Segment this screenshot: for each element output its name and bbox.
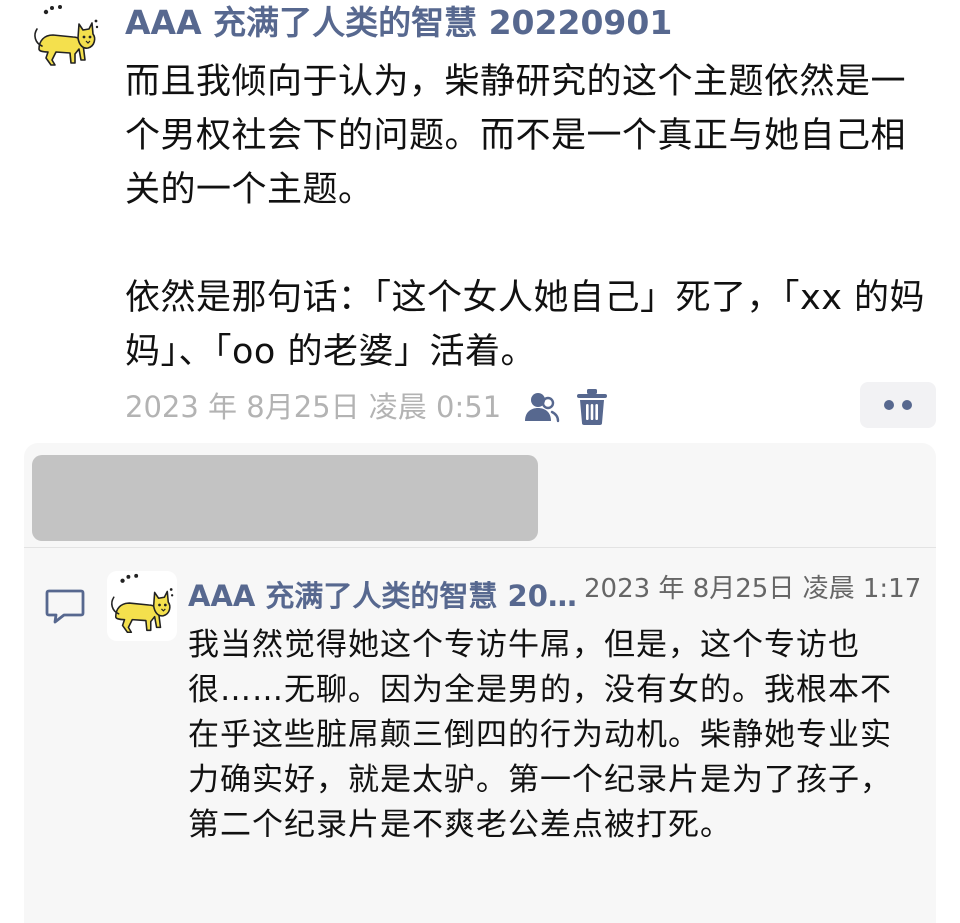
comment-content[interactable]: 我当然觉得她这个专访牛屌，但是，这个专访也很……无聊。因为全是男的，没有女的。我…: [188, 623, 918, 848]
post-paragraph: 依然是那句话：「这个女人她自己」死了，「xx 的妈妈」、「oo 的老婆」活着。: [125, 278, 926, 372]
comment-bubble-icon: [44, 585, 86, 627]
comment-avatar[interactable]: [107, 571, 177, 641]
more-options-button[interactable]: [860, 382, 936, 428]
post-meta: 2023 年 8月25日 凌晨 0:51: [125, 386, 609, 428]
more-dots-icon: [884, 400, 894, 410]
divider: [24, 547, 936, 548]
comment-author-name[interactable]: AAA 充满了人类的智慧 20220901: [188, 577, 578, 615]
trash-icon[interactable]: [575, 388, 609, 426]
more-dots-icon: [902, 400, 912, 410]
comment-section: AAA 充满了人类的智慧 20220901 2023 年 8月25日 凌晨 1:…: [24, 443, 936, 923]
user-group-icon[interactable]: [521, 387, 561, 427]
post-author-name[interactable]: AAA 充满了人类的智慧 20220901: [125, 2, 672, 44]
post-content: 而且我倾向于认为，柴静研究的这个主题依然是一个男权社会下的问题。而不是一个真正与…: [125, 55, 937, 379]
post-avatar[interactable]: [30, 2, 102, 74]
post-paragraph: 而且我倾向于认为，柴静研究的这个主题依然是一个男权社会下的问题。而不是一个真正与…: [125, 62, 907, 210]
comment-text: 我当然觉得她这个专访牛屌，但是，这个专访也很……无聊。因为全是男的，没有女的。我…: [188, 627, 892, 843]
likes-list-redacted: [32, 455, 538, 541]
comment-timestamp: 2023 年 8月25日 凌晨 1:17: [584, 574, 922, 604]
yellow-cat-icon: [111, 573, 174, 634]
yellow-cat-icon: [34, 5, 99, 66]
post-timestamp: 2023 年 8月25日 凌晨 0:51: [125, 390, 502, 424]
